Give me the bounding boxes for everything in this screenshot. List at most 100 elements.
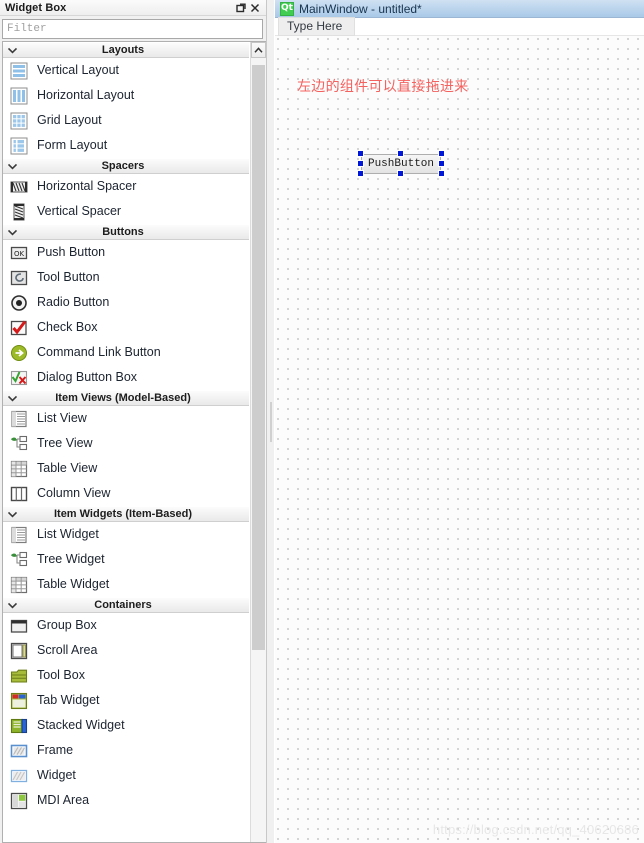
widget-item-label: Tab Widget — [37, 693, 100, 707]
chevron-down-icon — [7, 598, 18, 612]
watermark-text: https://blog.csdn.net/qq_40620686 — [432, 822, 639, 837]
table-widget-icon — [9, 575, 29, 595]
resize-handle-se[interactable] — [438, 170, 445, 177]
widget-item-label: Table Widget — [37, 577, 110, 591]
widget-item-radio-button[interactable]: Radio Button — [3, 290, 249, 315]
group-header-item-widgets-item-based[interactable]: Item Widgets (Item-Based) — [3, 506, 249, 522]
group-header-label: Spacers — [101, 160, 145, 172]
group-header-containers[interactable]: Containers — [3, 597, 249, 613]
scroll-up-icon[interactable] — [251, 42, 266, 58]
resize-handle-s[interactable] — [397, 170, 404, 177]
scrollbar-thumb[interactable] — [252, 65, 265, 650]
widget-item-list-widget[interactable]: List Widget — [3, 522, 249, 547]
frame-icon — [9, 741, 29, 761]
widget-item-label: Form Layout — [37, 138, 108, 152]
group-header-label: Item Views (Model-Based) — [55, 392, 191, 404]
widget-tree-scroll-area[interactable]: Layouts Vertical Layout Horizontal Layout G… — [2, 41, 266, 843]
filter-input[interactable] — [2, 19, 263, 39]
widget-item-group-box[interactable]: Group Box — [3, 613, 249, 638]
widget-item-list-view[interactable]: List View — [3, 406, 249, 431]
resize-handle-n[interactable] — [397, 150, 404, 157]
widget-box-scrollbar[interactable] — [250, 42, 266, 842]
widget-item-tab-widget[interactable]: Tab Widget — [3, 688, 249, 713]
selected-widget-group[interactable]: PushButton — [355, 148, 447, 180]
widget-item-stacked-widget[interactable]: Stacked Widget — [3, 713, 249, 738]
svg-text:OK: OK — [14, 249, 25, 257]
widget-tree: Layouts Vertical Layout Horizontal Layout G… — [3, 42, 249, 813]
group-box-icon — [9, 616, 29, 636]
group-header-item-views-model-based[interactable]: Item Views (Model-Based) — [3, 390, 249, 406]
splitter-grip — [270, 401, 272, 442]
menubar-type-here-placeholder[interactable]: Type Here — [278, 17, 356, 36]
close-icon[interactable] — [248, 1, 262, 15]
widget-item-tool-button[interactable]: Tool Button — [3, 265, 249, 290]
chevron-down-icon — [7, 159, 18, 173]
widget-item-label: MDI Area — [37, 793, 90, 807]
chevron-down-icon — [7, 225, 18, 239]
widget-item-widget[interactable]: Widget — [3, 763, 249, 788]
widget-item-label: List View — [37, 411, 87, 425]
vertical-layout-icon — [9, 61, 29, 81]
resize-handle-e[interactable] — [438, 160, 445, 167]
push-button-icon: OK — [9, 243, 29, 263]
horizontal-spacer-icon — [9, 177, 29, 197]
widget-item-label: Tool Box — [37, 668, 85, 682]
list-widget-icon — [9, 525, 29, 545]
widget-item-label: Column View — [37, 486, 111, 500]
stacked-widget-icon — [9, 716, 29, 736]
widget-item-label: Check Box — [37, 320, 98, 334]
resize-handle-w[interactable] — [357, 160, 364, 167]
widget-item-table-view[interactable]: Table View — [3, 456, 249, 481]
group-header-buttons[interactable]: Buttons — [3, 224, 249, 240]
resize-handle-ne[interactable] — [438, 150, 445, 157]
menubar: Type Here — [275, 17, 644, 36]
widget-item-label: Vertical Layout — [37, 63, 119, 77]
widget-item-form-layout[interactable]: Form Layout — [3, 133, 249, 158]
form-editor: Qt MainWindow - untitled* Type Here 左边的组… — [275, 0, 644, 843]
widget-item-dialog-button-box[interactable]: Dialog Button Box — [3, 365, 249, 390]
widget-item-push-button[interactable]: OK Push Button — [3, 240, 249, 265]
widget-item-label: Horizontal Layout — [37, 88, 135, 102]
widget-item-tree-widget[interactable]: Tree Widget — [3, 547, 249, 572]
widget-item-tool-box[interactable]: Tool Box — [3, 663, 249, 688]
widget-item-scroll-area[interactable]: Scroll Area — [3, 638, 249, 663]
form-layout-icon — [9, 136, 29, 156]
float-icon[interactable] — [234, 1, 248, 15]
widget-item-table-widget[interactable]: Table Widget — [3, 572, 249, 597]
widget-icon — [9, 766, 29, 786]
tool-box-icon — [9, 666, 29, 686]
widget-item-horizontal-layout[interactable]: Horizontal Layout — [3, 83, 249, 108]
dock-splitter[interactable] — [266, 0, 274, 843]
widget-item-vertical-layout[interactable]: Vertical Layout — [3, 58, 249, 83]
widget-item-vertical-spacer[interactable]: Vertical Spacer — [3, 199, 249, 224]
qt-logo-icon: Qt — [280, 1, 294, 16]
widget-item-label: Vertical Spacer — [37, 204, 122, 218]
widget-item-frame[interactable]: Frame — [3, 738, 249, 763]
scroll-area-icon — [9, 641, 29, 661]
resize-handle-nw[interactable] — [357, 150, 364, 157]
widget-item-mdi-area[interactable]: MDI Area — [3, 788, 249, 813]
group-header-layouts[interactable]: Layouts — [3, 42, 249, 58]
widget-item-grid-layout[interactable]: Grid Layout — [3, 108, 249, 133]
group-header-label: Item Widgets (Item-Based) — [53, 508, 193, 520]
widget-item-label: Widget — [37, 768, 76, 782]
group-header-spacers[interactable]: Spacers — [3, 158, 249, 174]
widget-item-command-link-button[interactable]: Command Link Button — [3, 340, 249, 365]
widget-item-horizontal-spacer[interactable]: Horizontal Spacer — [3, 174, 249, 199]
widget-item-tree-view[interactable]: Tree View — [3, 431, 249, 456]
radio-button-icon — [9, 293, 29, 313]
widget-item-label: Horizontal Spacer — [37, 179, 137, 193]
widget-item-label: Tree Widget — [37, 552, 105, 566]
mainwindow-titlebar[interactable]: Qt MainWindow - untitled* — [275, 0, 644, 18]
group-header-label: Buttons — [102, 226, 144, 238]
resize-handle-sw[interactable] — [357, 170, 364, 177]
tree-widget-icon — [9, 550, 29, 570]
widget-item-column-view[interactable]: Column View — [3, 481, 249, 506]
tool-button-icon — [9, 268, 29, 288]
qt-logo-text: Qt — [281, 3, 293, 13]
widget-item-label: List Widget — [37, 527, 99, 541]
chevron-down-icon — [7, 43, 18, 57]
widget-item-check-box[interactable]: Check Box — [3, 315, 249, 340]
form-canvas[interactable]: 左边的组件可以直接拖进来 PushButton https://blog.csd… — [275, 36, 644, 843]
table-view-icon — [9, 459, 29, 479]
